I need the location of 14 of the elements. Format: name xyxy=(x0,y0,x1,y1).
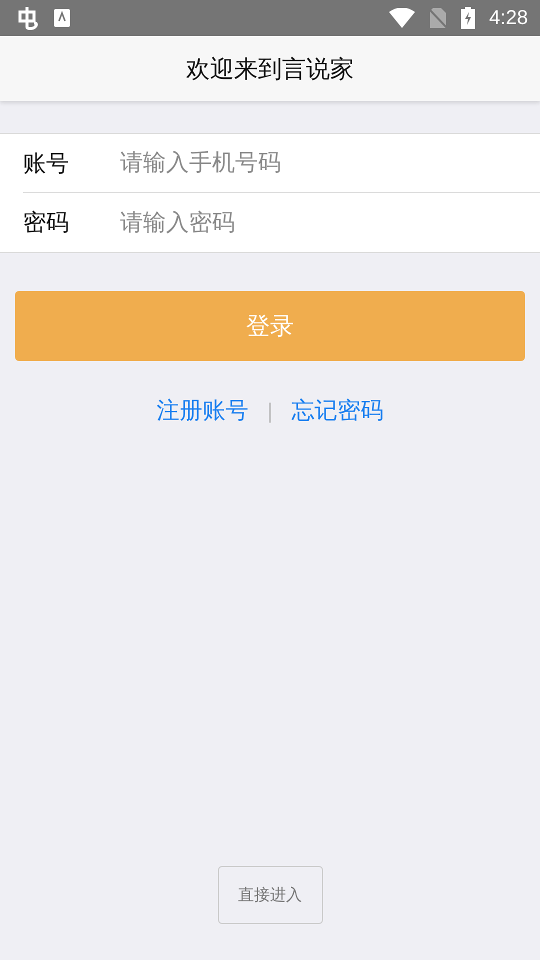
skip-button[interactable]: 直接进入 xyxy=(218,866,322,924)
field-label: 密码 xyxy=(0,193,120,252)
forgot-password-link[interactable]: 忘记密码 xyxy=(291,395,384,426)
input-field[interactable]: 请输入密码 xyxy=(120,193,540,252)
login-button[interactable]: 登录 xyxy=(15,291,525,361)
status-time: 4:28 xyxy=(489,6,528,30)
battery-icon xyxy=(461,7,476,29)
wifi-icon xyxy=(389,8,416,28)
link-separator: | xyxy=(266,398,274,422)
input-field[interactable]: 请输入手机号码 xyxy=(120,134,540,193)
page-title: 欢迎来到言说家 xyxy=(186,54,354,84)
field-label: 账号 xyxy=(0,134,120,193)
register-link[interactable]: 注册账号 xyxy=(156,395,249,426)
no-sim-icon xyxy=(429,8,448,28)
